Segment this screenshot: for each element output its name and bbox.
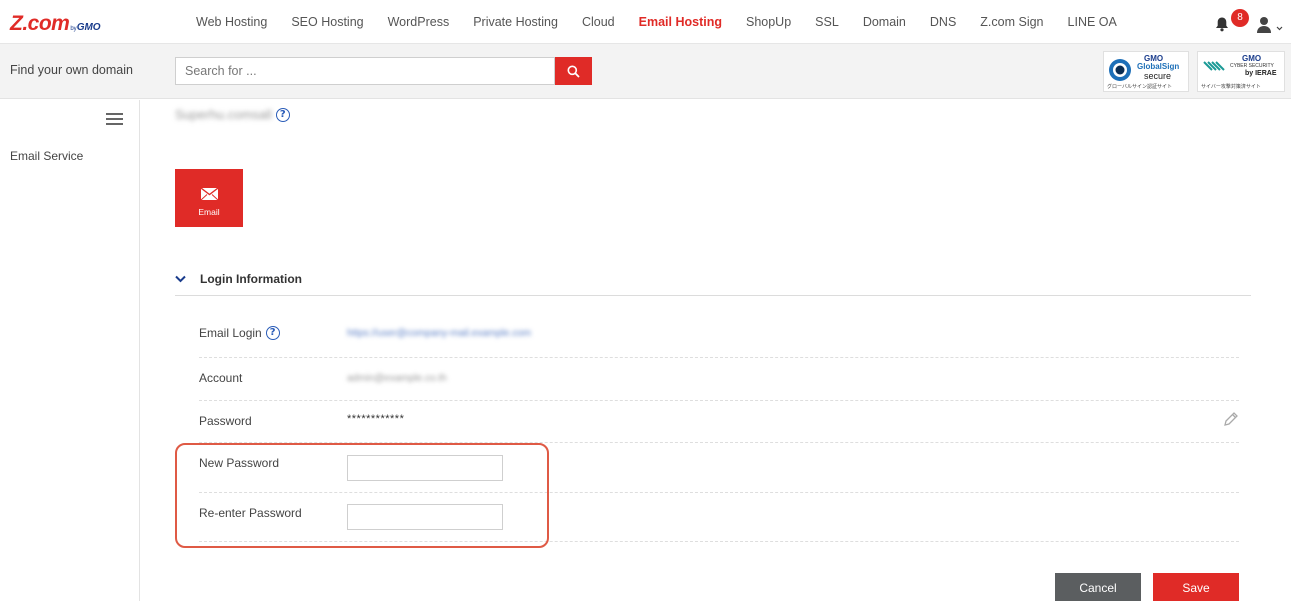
pencil-edit-icon[interactable]: [1223, 411, 1239, 427]
email-login-url[interactable]: https://user@company-mail.example.com: [347, 328, 531, 339]
seal2-cyber: CYBER SECURITY: [1230, 63, 1274, 69]
zcom-logo[interactable]: Z.com by GMO: [10, 12, 101, 36]
help-icon[interactable]: ?: [275, 107, 290, 122]
email-tile-label: Email: [198, 207, 220, 217]
sidebar-item-email-service[interactable]: Email Service: [10, 149, 83, 163]
find-domain-label: Find your own domain: [10, 63, 133, 77]
email-login-label: Email Login ?: [199, 326, 280, 340]
seal-jp-text: グローバルサイン認証サイト: [1107, 84, 1172, 90]
seal-secure: secure: [1144, 71, 1172, 81]
domain-search-bar: Find your own domain GMO GlobalSign secu…: [0, 44, 1291, 99]
account-label: Account: [199, 371, 243, 385]
logo-text: Z.com: [10, 12, 70, 35]
globalsign-eye-icon: [1109, 59, 1131, 81]
ierae-seal[interactable]: GMO CYBER SECURITY by IERAE サイバー攻撃対策済サイト: [1197, 51, 1285, 92]
email-service-tile[interactable]: Email: [175, 169, 243, 227]
nav-wordpress[interactable]: WordPress: [388, 15, 450, 29]
top-navigation: Z.com by GMO Web Hosting SEO Hosting Wor…: [0, 0, 1291, 44]
bell-icon[interactable]: [1214, 16, 1230, 32]
section-title: Login Information: [200, 272, 302, 286]
cancel-button[interactable]: Cancel: [1055, 573, 1141, 601]
email-login-label-text: Email Login: [199, 326, 262, 340]
nav-shopup[interactable]: ShopUp: [746, 15, 791, 29]
nav-private-hosting[interactable]: Private Hosting: [473, 15, 558, 29]
globalsign-seal[interactable]: GMO GlobalSign secure グローバルサイン認証サイト: [1103, 51, 1189, 92]
nav-seo-hosting[interactable]: SEO Hosting: [291, 15, 363, 29]
sidebar: Email Service: [0, 100, 140, 601]
row-divider: [199, 400, 1239, 401]
nav-email-hosting[interactable]: Email Hosting: [639, 15, 722, 29]
notification-badge: 8: [1231, 9, 1249, 27]
seal-globalsign: GlobalSign: [1137, 62, 1180, 71]
page-title: Superhu.comsall ?: [175, 107, 290, 122]
password-label: Password: [199, 414, 252, 428]
main-menu: Web Hosting SEO Hosting WordPress Privat…: [196, 15, 1141, 29]
row-divider: [199, 357, 1239, 358]
search-button[interactable]: [555, 57, 592, 85]
logo-gmo: GMO: [76, 22, 101, 33]
nav-domain[interactable]: Domain: [863, 15, 906, 29]
nav-zcom-sign[interactable]: Z.com Sign: [980, 15, 1043, 29]
ierae-logo-icon: [1203, 61, 1225, 71]
seal2-jp-text: サイバー攻撃対策済サイト: [1201, 84, 1261, 90]
password-masked-value: ************: [347, 413, 405, 425]
save-button[interactable]: Save: [1153, 573, 1239, 601]
new-password-highlight-box: [175, 443, 549, 548]
search-icon: [567, 65, 580, 78]
hamburger-menu-icon[interactable]: [106, 113, 123, 125]
page-title-text: Superhu.comsall: [175, 107, 272, 122]
nav-dns[interactable]: DNS: [930, 15, 956, 29]
envelope-icon: [201, 188, 218, 200]
user-menu-icon[interactable]: [1256, 16, 1284, 34]
seal2-gmo: GMO: [1242, 54, 1262, 63]
email-login-help-icon[interactable]: ?: [265, 326, 280, 340]
chevron-down-icon: [175, 275, 186, 283]
account-value: admin@example.co.th: [347, 373, 447, 384]
nav-ssl[interactable]: SSL: [815, 15, 839, 29]
nav-cloud[interactable]: Cloud: [582, 15, 615, 29]
nav-web-hosting[interactable]: Web Hosting: [196, 15, 267, 29]
domain-search-input[interactable]: [175, 57, 555, 85]
section-divider: [175, 295, 1251, 296]
seal2-ierae: by IERAE: [1245, 70, 1277, 77]
nav-line-oa[interactable]: LINE OA: [1068, 15, 1117, 29]
login-info-header[interactable]: Login Information: [175, 272, 302, 286]
